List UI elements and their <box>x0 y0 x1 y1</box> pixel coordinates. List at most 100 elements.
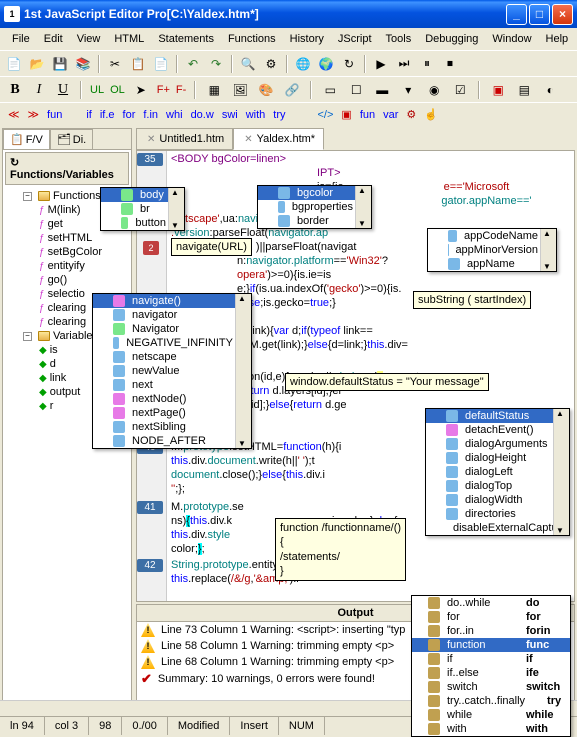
popup-item[interactable]: NODE_AFTER <box>93 434 251 448</box>
menu-debugging[interactable]: Debugging <box>419 31 484 47</box>
popup-item[interactable]: newValue <box>93 364 251 378</box>
undo-icon[interactable]: ↶ <box>183 54 203 74</box>
saveall-icon[interactable]: 📚 <box>73 54 93 74</box>
popup-item[interactable]: directories <box>426 507 569 521</box>
step-icon[interactable]: ⏭ <box>394 54 414 74</box>
tag-icon[interactable]: </> <box>318 109 334 121</box>
popup-item[interactable]: nextPage() <box>93 406 251 420</box>
tree-item[interactable]: ƒentityify <box>7 259 127 273</box>
indent-icon[interactable]: ➤ <box>131 80 151 100</box>
popup-item[interactable]: navigate() <box>93 294 251 308</box>
misc2-icon[interactable]: ▤ <box>514 80 534 100</box>
snippet-dow[interactable]: do.w <box>191 109 214 121</box>
popup-item[interactable]: for <box>412 610 522 624</box>
tab-untitled[interactable]: ✕Untitled1.htm <box>136 128 233 150</box>
radio-icon[interactable]: ◉ <box>424 80 444 100</box>
tree-view[interactable]: −Functions ƒM(link) ƒget ƒsetHTML ƒsetBg… <box>3 187 131 713</box>
bold-button[interactable]: B <box>6 82 24 98</box>
sidebar-tab-fv[interactable]: 📋F/V <box>3 129 50 149</box>
popup-item[interactable]: do..while <box>412 596 522 610</box>
popup-item[interactable]: while <box>412 708 522 722</box>
popup-item[interactable]: dialogWidth <box>426 493 569 507</box>
popup-item[interactable]: dialogTop <box>426 479 569 493</box>
fontminus-button[interactable]: F- <box>176 84 186 96</box>
popup-scroll[interactable] <box>553 409 569 535</box>
image-icon[interactable]: 🖼 <box>230 80 250 100</box>
snip-next-icon[interactable]: ≫ <box>28 108 40 121</box>
app-icon2[interactable]: ▣ <box>341 108 351 121</box>
break-icon[interactable]: ⏸ <box>417 54 437 74</box>
popup-item[interactable]: appCodeName <box>428 229 556 243</box>
popup-item[interactable]: dialogHeight <box>426 451 569 465</box>
popup-item[interactable]: for..in <box>412 624 522 638</box>
cut-icon[interactable]: ✂ <box>105 54 125 74</box>
autocomplete-attrs[interactable]: bgcolor bgproperties border <box>257 185 372 229</box>
autocomplete-nav[interactable]: navigate() navigator Navigator NEGATIVE_… <box>92 293 252 449</box>
menu-statements[interactable]: Statements <box>152 31 220 47</box>
snippet-fun[interactable]: fun <box>47 109 62 121</box>
browser-icon[interactable]: 🌍 <box>316 54 336 74</box>
select-icon[interactable]: ▾ <box>398 80 418 100</box>
globe-icon[interactable]: 🌐 <box>293 54 313 74</box>
refresh-icon[interactable]: ↻ <box>339 54 359 74</box>
misc1-icon[interactable]: ▣ <box>488 80 508 100</box>
popup-scroll[interactable] <box>540 229 556 271</box>
snippet-whi[interactable]: whi <box>166 109 183 121</box>
hand-icon[interactable]: ☝ <box>424 108 438 121</box>
popup-item[interactable]: netscape <box>93 350 251 364</box>
link-icon[interactable]: 🔗 <box>282 80 302 100</box>
snippet-var[interactable]: var <box>383 109 398 121</box>
snippet-for[interactable]: for <box>123 109 136 121</box>
redo-icon[interactable]: ↷ <box>206 54 226 74</box>
popup-item[interactable]: appName <box>428 257 556 271</box>
bookmark-icon[interactable]: 2 <box>143 241 159 255</box>
sidebar-tab-di[interactable]: 🗂Di. <box>50 129 93 149</box>
ol-button[interactable]: OL <box>110 84 125 96</box>
popup-item[interactable]: dialogArguments <box>426 437 569 451</box>
popup-item[interactable]: nextNode() <box>93 392 251 406</box>
popup-item[interactable]: defaultStatus <box>426 409 569 423</box>
tool-icon[interactable]: ⚙ <box>261 54 281 74</box>
underline-button[interactable]: U <box>54 82 72 98</box>
tree-item[interactable]: ƒsetBgColor <box>7 245 127 259</box>
menu-window[interactable]: Window <box>486 31 537 47</box>
popup-item[interactable]: NEGATIVE_INFINITY <box>93 336 251 350</box>
check-icon[interactable]: ☑ <box>450 80 470 100</box>
popup-item[interactable]: if <box>412 652 522 666</box>
menu-help[interactable]: Help <box>540 31 575 47</box>
menu-tools[interactable]: Tools <box>380 31 418 47</box>
save-icon[interactable]: 💾 <box>50 54 70 74</box>
popup-item[interactable]: with <box>412 722 522 736</box>
popup-item[interactable]: switch <box>412 680 522 694</box>
popup-item[interactable]: Navigator <box>93 322 251 336</box>
paste-icon[interactable]: 📄 <box>151 54 171 74</box>
popup-item[interactable]: disableExternalCapture <box>426 521 569 535</box>
table-icon[interactable]: ▦ <box>204 80 224 100</box>
fontplus-button[interactable]: F+ <box>157 84 170 96</box>
close-button[interactable]: × <box>552 4 573 25</box>
copy-icon[interactable]: 📋 <box>128 54 148 74</box>
ul-button[interactable]: UL <box>90 84 104 96</box>
popup-item[interactable]: next <box>93 378 251 392</box>
autocomplete-dialog[interactable]: defaultStatus detachEvent() dialogArgume… <box>425 408 570 536</box>
popup-scroll[interactable] <box>355 186 371 228</box>
snippet-fin[interactable]: f.in <box>143 109 158 121</box>
popup-item[interactable]: nextSibling <box>93 420 251 434</box>
form-icon[interactable]: ▭ <box>320 80 340 100</box>
tree-item[interactable]: ƒsetHTML <box>7 231 127 245</box>
menu-history[interactable]: History <box>284 31 330 47</box>
tab-yaldex[interactable]: ✕Yaldex.htm* <box>233 128 324 150</box>
menu-html[interactable]: HTML <box>108 31 150 47</box>
snippet-fun2[interactable]: fun <box>360 109 375 121</box>
snippet-with[interactable]: with <box>246 109 266 121</box>
menu-jscript[interactable]: JScript <box>332 31 378 47</box>
tree-item[interactable]: ƒgo() <box>7 273 127 287</box>
popup-item[interactable]: try..catch..finally <box>412 694 543 708</box>
snip-prev-icon[interactable]: ≪ <box>8 108 20 121</box>
snippet-ife[interactable]: if.e <box>100 109 115 121</box>
find-icon[interactable]: 🔍 <box>238 54 258 74</box>
popup-item[interactable]: navigator <box>93 308 251 322</box>
autocomplete-app[interactable]: appCodeName appMinorVersion appName <box>427 228 557 272</box>
refresh-tree-icon[interactable]: ↻ <box>10 157 19 169</box>
autocomplete-tags[interactable]: body br button <box>100 187 185 231</box>
